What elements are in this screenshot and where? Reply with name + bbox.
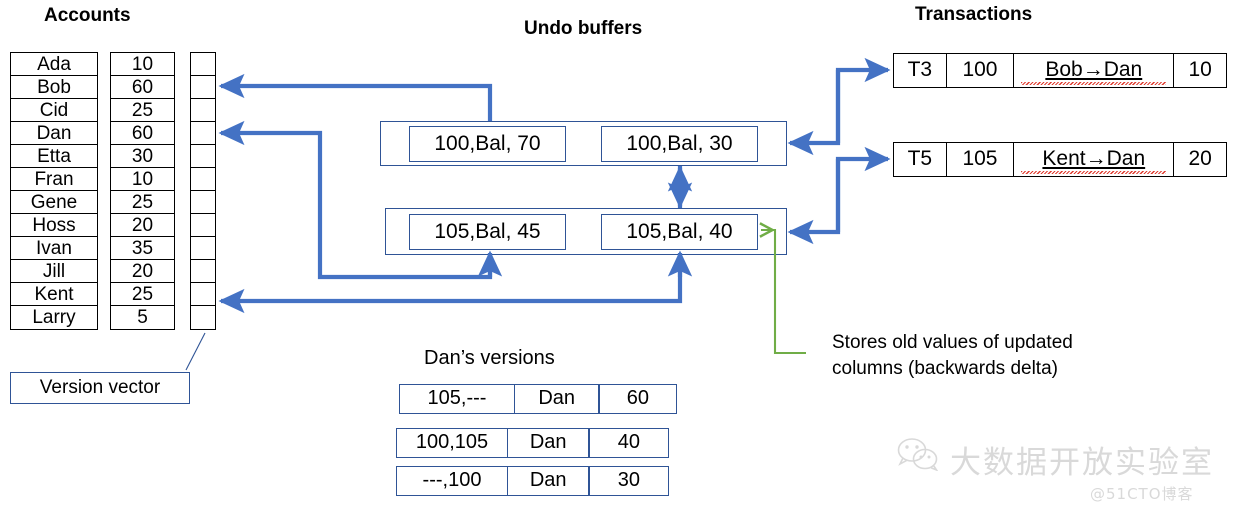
account-name-cell: Ivan <box>11 237 97 260</box>
version-vector-label: Version vector <box>10 372 190 404</box>
account-balance-cell: 60 <box>111 122 174 145</box>
spellcheck-squiggle-icon <box>1021 171 1167 174</box>
arrow-undo-1-to-t5 <box>835 146 891 232</box>
arrow-undo-1-right-to-kent <box>218 255 683 314</box>
account-balance-cell: 20 <box>111 260 174 283</box>
undo-buffers-heading: Undo buffers <box>524 18 643 39</box>
account-name-cell: Gene <box>11 191 97 214</box>
watermark-sub-text: @51CTO博客 <box>1090 485 1194 503</box>
account-balance-cell: 25 <box>111 191 174 214</box>
spellcheck-squiggle-icon <box>1021 82 1167 85</box>
version-vector-slot <box>191 191 215 214</box>
account-balance-cell: 20 <box>111 214 174 237</box>
wechat-logo-icon <box>897 438 939 471</box>
version-vector-slot <box>191 260 215 283</box>
watermark-main-text: 大数据开放实验室 <box>950 445 1214 481</box>
dans-versions-row-1: 100,105 Dan 40 <box>396 428 670 458</box>
account-name-cell: Larry <box>32 307 76 328</box>
account-balance-cell: 25 <box>111 283 174 306</box>
arrow-t5-to-undo-1 <box>787 159 841 245</box>
transaction-0-operation-text: Bob→Dan <box>1045 58 1143 81</box>
version-vector-slot <box>191 145 215 168</box>
transaction-row-0: T3 100 Bob→Dan 10 <box>893 53 1227 88</box>
dans-version-1-value: 40 <box>588 428 670 458</box>
version-vector-slot <box>191 306 215 329</box>
account-name-cell: Etta <box>11 145 97 168</box>
account-name-cell: Hoss <box>11 214 97 237</box>
account-balance-cell: 30 <box>111 145 174 168</box>
account-name-cell: Fran <box>11 168 97 191</box>
dans-version-0-interval: 105,--- <box>399 384 515 414</box>
dans-version-0-value: 60 <box>598 384 678 414</box>
version-vector-slot <box>191 122 215 145</box>
account-balance-cell: 35 <box>111 237 174 260</box>
dans-versions-row-2: ---,100 Dan 30 <box>396 466 670 496</box>
account-name-cell: Kent <box>11 283 97 306</box>
account-balance-cell: 10 <box>111 168 174 191</box>
arrow-bob-to-undo-0 <box>218 73 493 121</box>
dans-version-1-account: Dan <box>506 428 590 458</box>
transaction-0-timestamp: 100 <box>947 54 1015 87</box>
accounts-name-column: Ada Bob Cid Dan Etta Fran Gene Hoss Ivan Jill Kent… <box>10 52 98 330</box>
dans-version-2-interval: ---,100 <box>396 466 508 496</box>
transaction-1-timestamp: 105 <box>947 143 1015 176</box>
arrow-undo-0-to-t3 <box>835 57 891 143</box>
account-balance-cell: 10 <box>111 53 174 76</box>
version-vector-slot <box>191 283 215 306</box>
transaction-row-1: T5 105 Kent→Dan 20 <box>893 142 1227 177</box>
dans-version-1-interval: 100,105 <box>396 428 508 458</box>
transactions-heading: Transactions <box>915 4 1033 25</box>
undo-entry-1-left: 105,Bal, 45 <box>409 214 566 250</box>
account-balance-cell: 25 <box>111 99 174 122</box>
accounts-heading: Accounts <box>44 5 131 26</box>
version-vector-column <box>190 52 216 330</box>
version-vector-slot <box>191 168 215 191</box>
accounts-balance-column: 10 60 25 60 30 10 25 20 35 20 25 5 <box>110 52 175 330</box>
diagram-canvas: Accounts Undo buffers Transactions Dan’s… <box>0 0 1234 510</box>
transaction-0-id: T3 <box>894 54 947 87</box>
account-name-cell: Cid <box>11 99 97 122</box>
transaction-1-id: T5 <box>894 143 947 176</box>
version-vector-slot <box>191 214 215 237</box>
account-balance-cell: 5 <box>137 307 148 328</box>
undo-entry-0-right: 100,Bal, 30 <box>601 126 758 162</box>
version-vector-slot <box>191 76 215 99</box>
dans-versions-heading: Dan’s versions <box>424 347 555 369</box>
dans-version-2-value: 30 <box>588 466 670 496</box>
dans-version-2-account: Dan <box>506 466 590 496</box>
account-name-cell: Bob <box>11 76 97 99</box>
version-vector-leader-line <box>185 332 206 371</box>
dans-version-0-account: Dan <box>513 384 600 414</box>
transaction-1-operation: Kent→Dan <box>1014 143 1175 176</box>
arrow-t3-to-undo-0 <box>787 70 841 156</box>
version-vector-slot <box>191 53 215 76</box>
version-vector-slot <box>191 237 215 260</box>
transaction-1-amount: 20 <box>1188 147 1212 170</box>
annotation-line-2: columns (backwards delta) <box>832 358 1058 379</box>
transaction-0-amount: 10 <box>1188 58 1212 81</box>
undo-entry-1-right: 105,Bal, 40 <box>601 214 758 250</box>
transaction-0-operation: Bob→Dan <box>1014 54 1175 87</box>
account-balance-cell: 60 <box>111 76 174 99</box>
transaction-1-operation-text: Kent→Dan <box>1042 147 1146 170</box>
annotation-line-1: Stores old values of updated <box>832 332 1073 353</box>
dans-versions-row-0: 105,--- Dan 60 <box>399 384 678 414</box>
account-name-cell: Dan <box>11 122 97 145</box>
account-name-cell: Jill <box>11 260 97 283</box>
version-vector-slot <box>191 99 215 122</box>
account-name-cell: Ada <box>11 53 97 76</box>
undo-entry-0-left: 100,Bal, 70 <box>409 126 566 162</box>
